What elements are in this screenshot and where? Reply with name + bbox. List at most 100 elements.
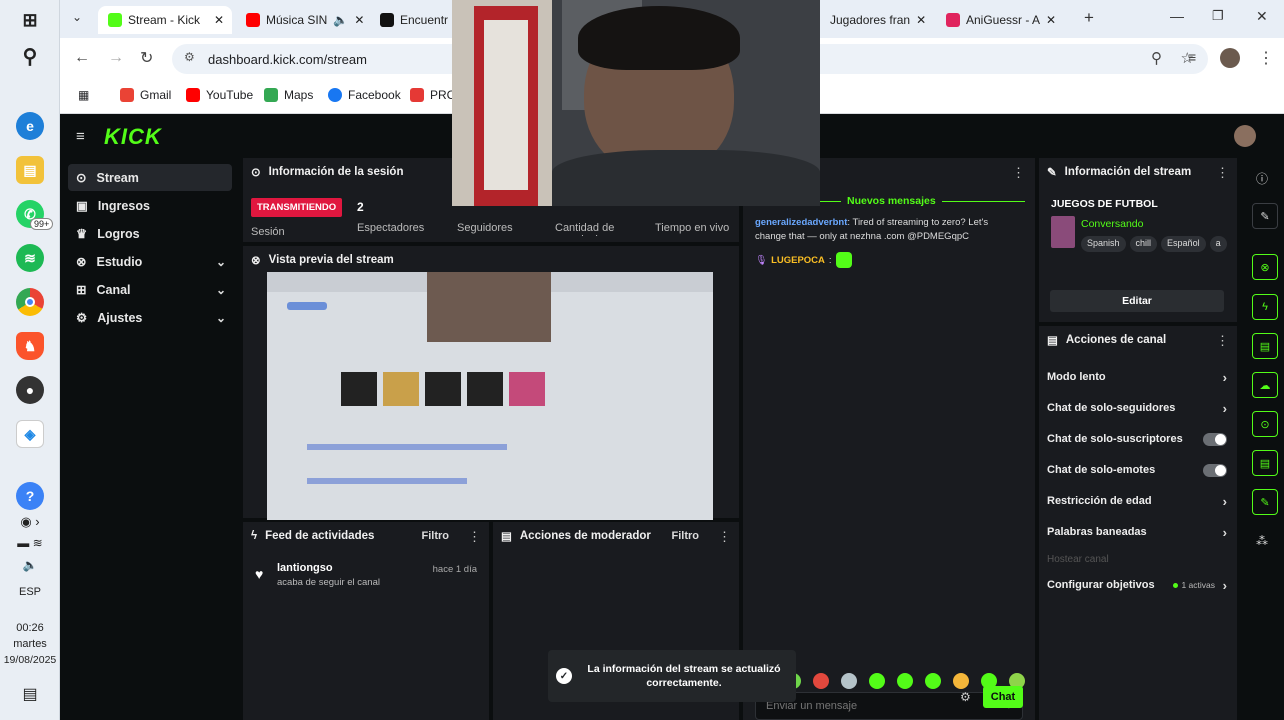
kick-logo[interactable]: KICK bbox=[104, 124, 162, 150]
preview-toggle-icon[interactable]: ⊗ bbox=[1252, 254, 1278, 280]
banned-words-row[interactable]: Palabras baneadas › bbox=[1047, 522, 1227, 542]
emotes-only-toggle[interactable] bbox=[1203, 463, 1227, 477]
tab-jugadores[interactable]: Jugadores fran ✕ bbox=[820, 6, 932, 34]
volume-icon[interactable]: 🔈 bbox=[0, 558, 60, 572]
minimize-icon[interactable]: — bbox=[1170, 8, 1184, 24]
restore-icon[interactable]: ❐ bbox=[1212, 8, 1224, 24]
broadcast-icon: ⊙ bbox=[251, 167, 261, 179]
notifications-icon[interactable]: ▤ bbox=[0, 684, 60, 704]
layout-icon[interactable]: ⁂ bbox=[1256, 534, 1268, 548]
hamburger-menu-icon[interactable]: ≡ bbox=[76, 128, 85, 145]
emote-icon[interactable] bbox=[953, 673, 969, 689]
close-tab-icon[interactable]: ✕ bbox=[916, 13, 926, 27]
chrome-menu-icon[interactable]: ⋮ bbox=[1258, 48, 1274, 68]
chrome-icon[interactable] bbox=[16, 288, 44, 316]
language-indicator[interactable]: ESP bbox=[0, 586, 60, 598]
host-channel-row: Hostear canal bbox=[1047, 553, 1109, 565]
edge-icon[interactable]: e bbox=[16, 112, 44, 140]
emote-icon[interactable] bbox=[841, 673, 857, 689]
app-icon[interactable]: ● bbox=[16, 376, 44, 404]
brave-icon[interactable]: ♞ bbox=[16, 332, 44, 360]
sidebar-item-ajustes[interactable]: ⚙ Ajustes ⌄ bbox=[68, 304, 232, 331]
bookmark-youtube[interactable]: YouTube bbox=[186, 88, 253, 102]
emote-icon[interactable] bbox=[869, 673, 885, 689]
sidebar-item-canal[interactable]: ⊞ Canal ⌄ bbox=[68, 276, 232, 303]
site-info-icon[interactable]: ⚙ bbox=[184, 50, 195, 64]
bookmark-gmail[interactable]: Gmail bbox=[120, 88, 171, 102]
category-name[interactable]: Conversando bbox=[1081, 218, 1143, 230]
slow-mode-row[interactable]: Modo lento › bbox=[1047, 367, 1227, 387]
apps-grid-icon[interactable]: ▦ bbox=[78, 88, 89, 102]
emote-icon[interactable] bbox=[813, 673, 829, 689]
stream-info-menu-icon[interactable]: ⋮ bbox=[1216, 165, 1229, 181]
chat-settings-icon[interactable]: ⚙ bbox=[960, 690, 971, 704]
chat-send-button[interactable]: Chat bbox=[983, 686, 1023, 708]
tab-encuentr[interactable]: Encuentr bbox=[370, 6, 454, 34]
channel-actions-toggle-icon[interactable]: ▤ bbox=[1252, 450, 1278, 476]
tab-musica[interactable]: Música SIN 🔈 ✕ bbox=[236, 6, 366, 34]
tag: a bbox=[1209, 236, 1227, 252]
viewers-label: Espectadores bbox=[357, 222, 425, 234]
chat-toggle-icon[interactable]: ☁ bbox=[1252, 372, 1278, 398]
session-toggle-icon[interactable]: ⊙ bbox=[1252, 411, 1278, 437]
feed-user[interactable]: lantiongso bbox=[277, 562, 333, 574]
close-tab-icon[interactable]: ✕ bbox=[214, 13, 224, 27]
user-avatar[interactable] bbox=[1234, 125, 1256, 147]
followers-only-row[interactable]: Chat de solo-seguidores › bbox=[1047, 398, 1227, 418]
back-icon[interactable]: ← bbox=[74, 49, 90, 67]
activity-toggle-icon[interactable]: ϟ bbox=[1252, 294, 1278, 320]
help-icon[interactable]: ? bbox=[16, 482, 44, 510]
feed-menu-icon[interactable]: ⋮ bbox=[468, 529, 481, 545]
spotify-icon[interactable]: ≋ bbox=[16, 244, 44, 272]
facebook-icon bbox=[328, 88, 342, 102]
mod-filter-button[interactable]: Filtro bbox=[672, 530, 700, 542]
forward-icon[interactable]: → bbox=[108, 49, 124, 67]
tab-kick[interactable]: Stream - Kick ✕ bbox=[98, 6, 232, 34]
profile-avatar[interactable] bbox=[1220, 48, 1240, 68]
clock-day: martes bbox=[13, 638, 47, 650]
info-icon[interactable]: ⓘ bbox=[1256, 170, 1268, 187]
mod-menu-icon[interactable]: ⋮ bbox=[718, 529, 731, 545]
channel-actions-menu-icon[interactable]: ⋮ bbox=[1216, 333, 1229, 349]
emote-icon[interactable] bbox=[897, 673, 913, 689]
tray-icons[interactable]: ◉ › bbox=[0, 514, 60, 530]
media-control-icon[interactable]: ≡ bbox=[1188, 49, 1196, 65]
webcam-shelf-inner bbox=[484, 20, 528, 190]
new-tab-icon[interactable]: + bbox=[1084, 8, 1094, 28]
chat-username[interactable]: generalizedadverbnt bbox=[755, 217, 847, 228]
goals-row[interactable]: Configurar objetivos 1 activas › bbox=[1047, 575, 1227, 595]
tab-search-icon[interactable]: ⌄ bbox=[72, 10, 82, 24]
notification-badge: 99+ bbox=[30, 218, 54, 230]
close-tab-icon[interactable]: ✕ bbox=[354, 13, 364, 27]
toast-message: La información del stream se actualizó c… bbox=[587, 663, 781, 689]
sidebar-item-ingresos[interactable]: ▣ Ingresos bbox=[68, 192, 232, 219]
subscribers-only-toggle[interactable] bbox=[1203, 432, 1227, 446]
search-icon[interactable]: ⚲ bbox=[16, 42, 44, 70]
window-close-icon[interactable]: ✕ bbox=[1256, 8, 1268, 25]
reload-icon[interactable]: ↻ bbox=[140, 48, 153, 68]
close-tab-icon[interactable]: ✕ bbox=[1046, 13, 1056, 27]
sidebar-item-stream[interactable]: ⊙ Stream bbox=[68, 164, 232, 191]
file-explorer-icon[interactable]: ▤ bbox=[16, 156, 44, 184]
chat-menu-icon[interactable]: ⋮ bbox=[1012, 165, 1025, 181]
chat-username[interactable]: LUGEPOCA bbox=[771, 255, 825, 266]
stream-preview-video[interactable] bbox=[267, 272, 713, 520]
sidebar-item-logros[interactable]: ♛ Logros bbox=[68, 220, 232, 247]
network-icon[interactable]: ▬ ≋ bbox=[0, 536, 60, 550]
feed-filter-button[interactable]: Filtro bbox=[422, 530, 450, 542]
windows-start-icon[interactable]: ⊞ bbox=[16, 6, 44, 34]
sidebar-item-estudio[interactable]: ⊗ Estudio ⌄ bbox=[68, 248, 232, 275]
moderator-toggle-icon[interactable]: ▤ bbox=[1252, 333, 1278, 359]
stream-info-toggle-icon[interactable]: ✎ bbox=[1252, 489, 1278, 515]
age-restriction-row[interactable]: Restricción de edad › bbox=[1047, 491, 1227, 511]
bookmark-facebook[interactable]: Facebook bbox=[328, 88, 401, 102]
edit-icon[interactable]: ✎ bbox=[1252, 203, 1278, 229]
zoom-icon[interactable]: ⚲ bbox=[1151, 49, 1162, 67]
edit-stream-button[interactable]: Editar bbox=[1050, 290, 1224, 312]
bookmark-prc[interactable]: PRC bbox=[410, 88, 455, 102]
emote-icon[interactable] bbox=[925, 673, 941, 689]
vpn-icon[interactable]: ◈ bbox=[16, 420, 44, 448]
bookmark-maps[interactable]: Maps bbox=[264, 88, 313, 102]
tab-aniguessr[interactable]: AniGuessr - A ✕ bbox=[936, 6, 1072, 34]
chevron-down-icon: ⌄ bbox=[215, 310, 226, 325]
